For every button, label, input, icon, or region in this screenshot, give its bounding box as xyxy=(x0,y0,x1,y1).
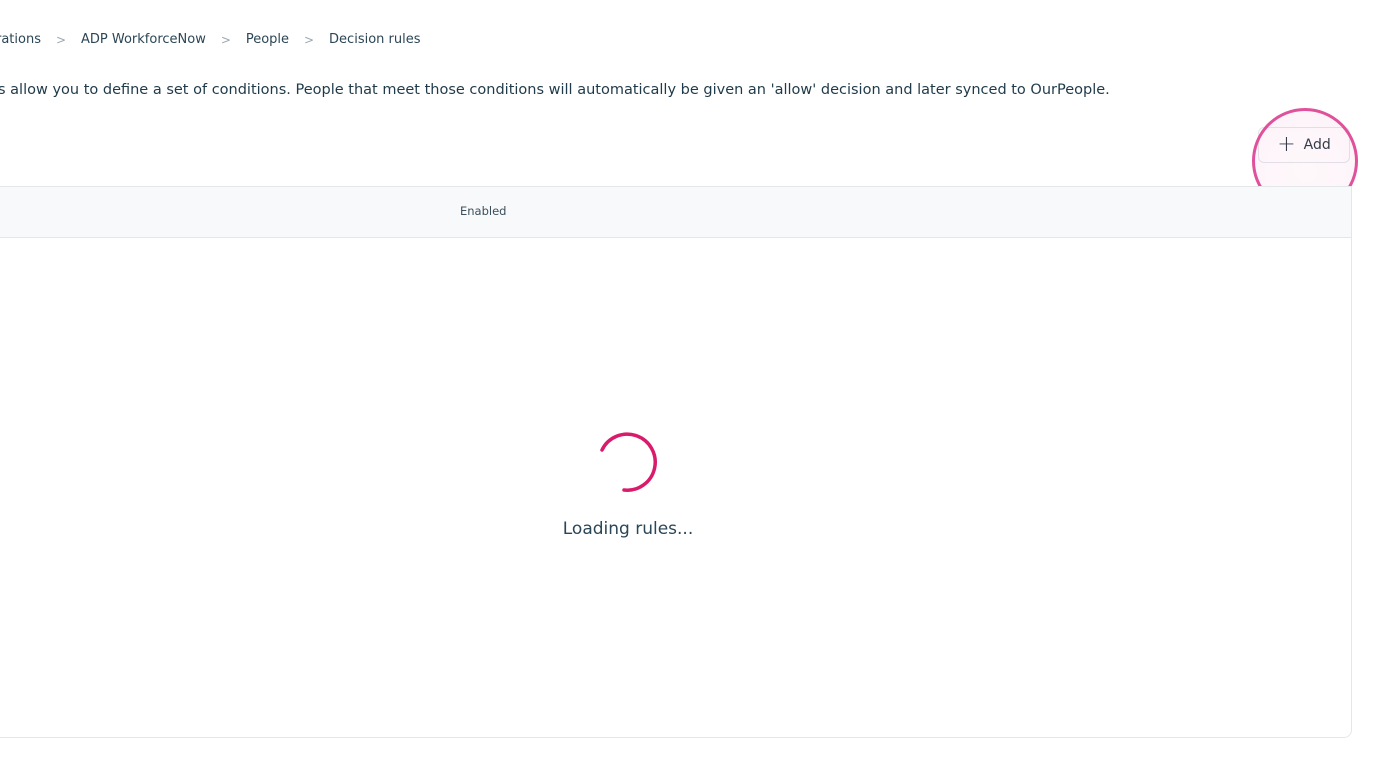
spinner-icon xyxy=(600,432,657,492)
column-header-enabled: Enabled xyxy=(460,204,507,218)
breadcrumb-item-integrations[interactable]: rations xyxy=(0,32,41,47)
breadcrumb: rations > ADP WorkforceNow > People > De… xyxy=(0,32,421,47)
chevron-right-icon: > xyxy=(220,32,231,47)
page-description: s allow you to define a set of condition… xyxy=(0,82,1110,98)
breadcrumb-item-people[interactable]: People xyxy=(246,32,289,47)
table-header: Enabled xyxy=(0,187,1351,238)
breadcrumb-item-decision-rules: Decision rules xyxy=(329,32,421,47)
loading-text: Loading rules... xyxy=(562,519,694,539)
decision-rules-page: rations > ADP WorkforceNow > People > De… xyxy=(0,0,1376,769)
add-button-label: Add xyxy=(1303,137,1331,153)
chevron-right-icon: > xyxy=(304,32,315,47)
add-rule-button[interactable]: + Add xyxy=(1258,127,1350,163)
chevron-right-icon: > xyxy=(55,32,67,47)
breadcrumb-item-adp-workforcenow[interactable]: ADP WorkforceNow xyxy=(81,32,206,47)
plus-icon: + xyxy=(1277,132,1296,157)
rules-table: Enabled xyxy=(0,186,1352,738)
